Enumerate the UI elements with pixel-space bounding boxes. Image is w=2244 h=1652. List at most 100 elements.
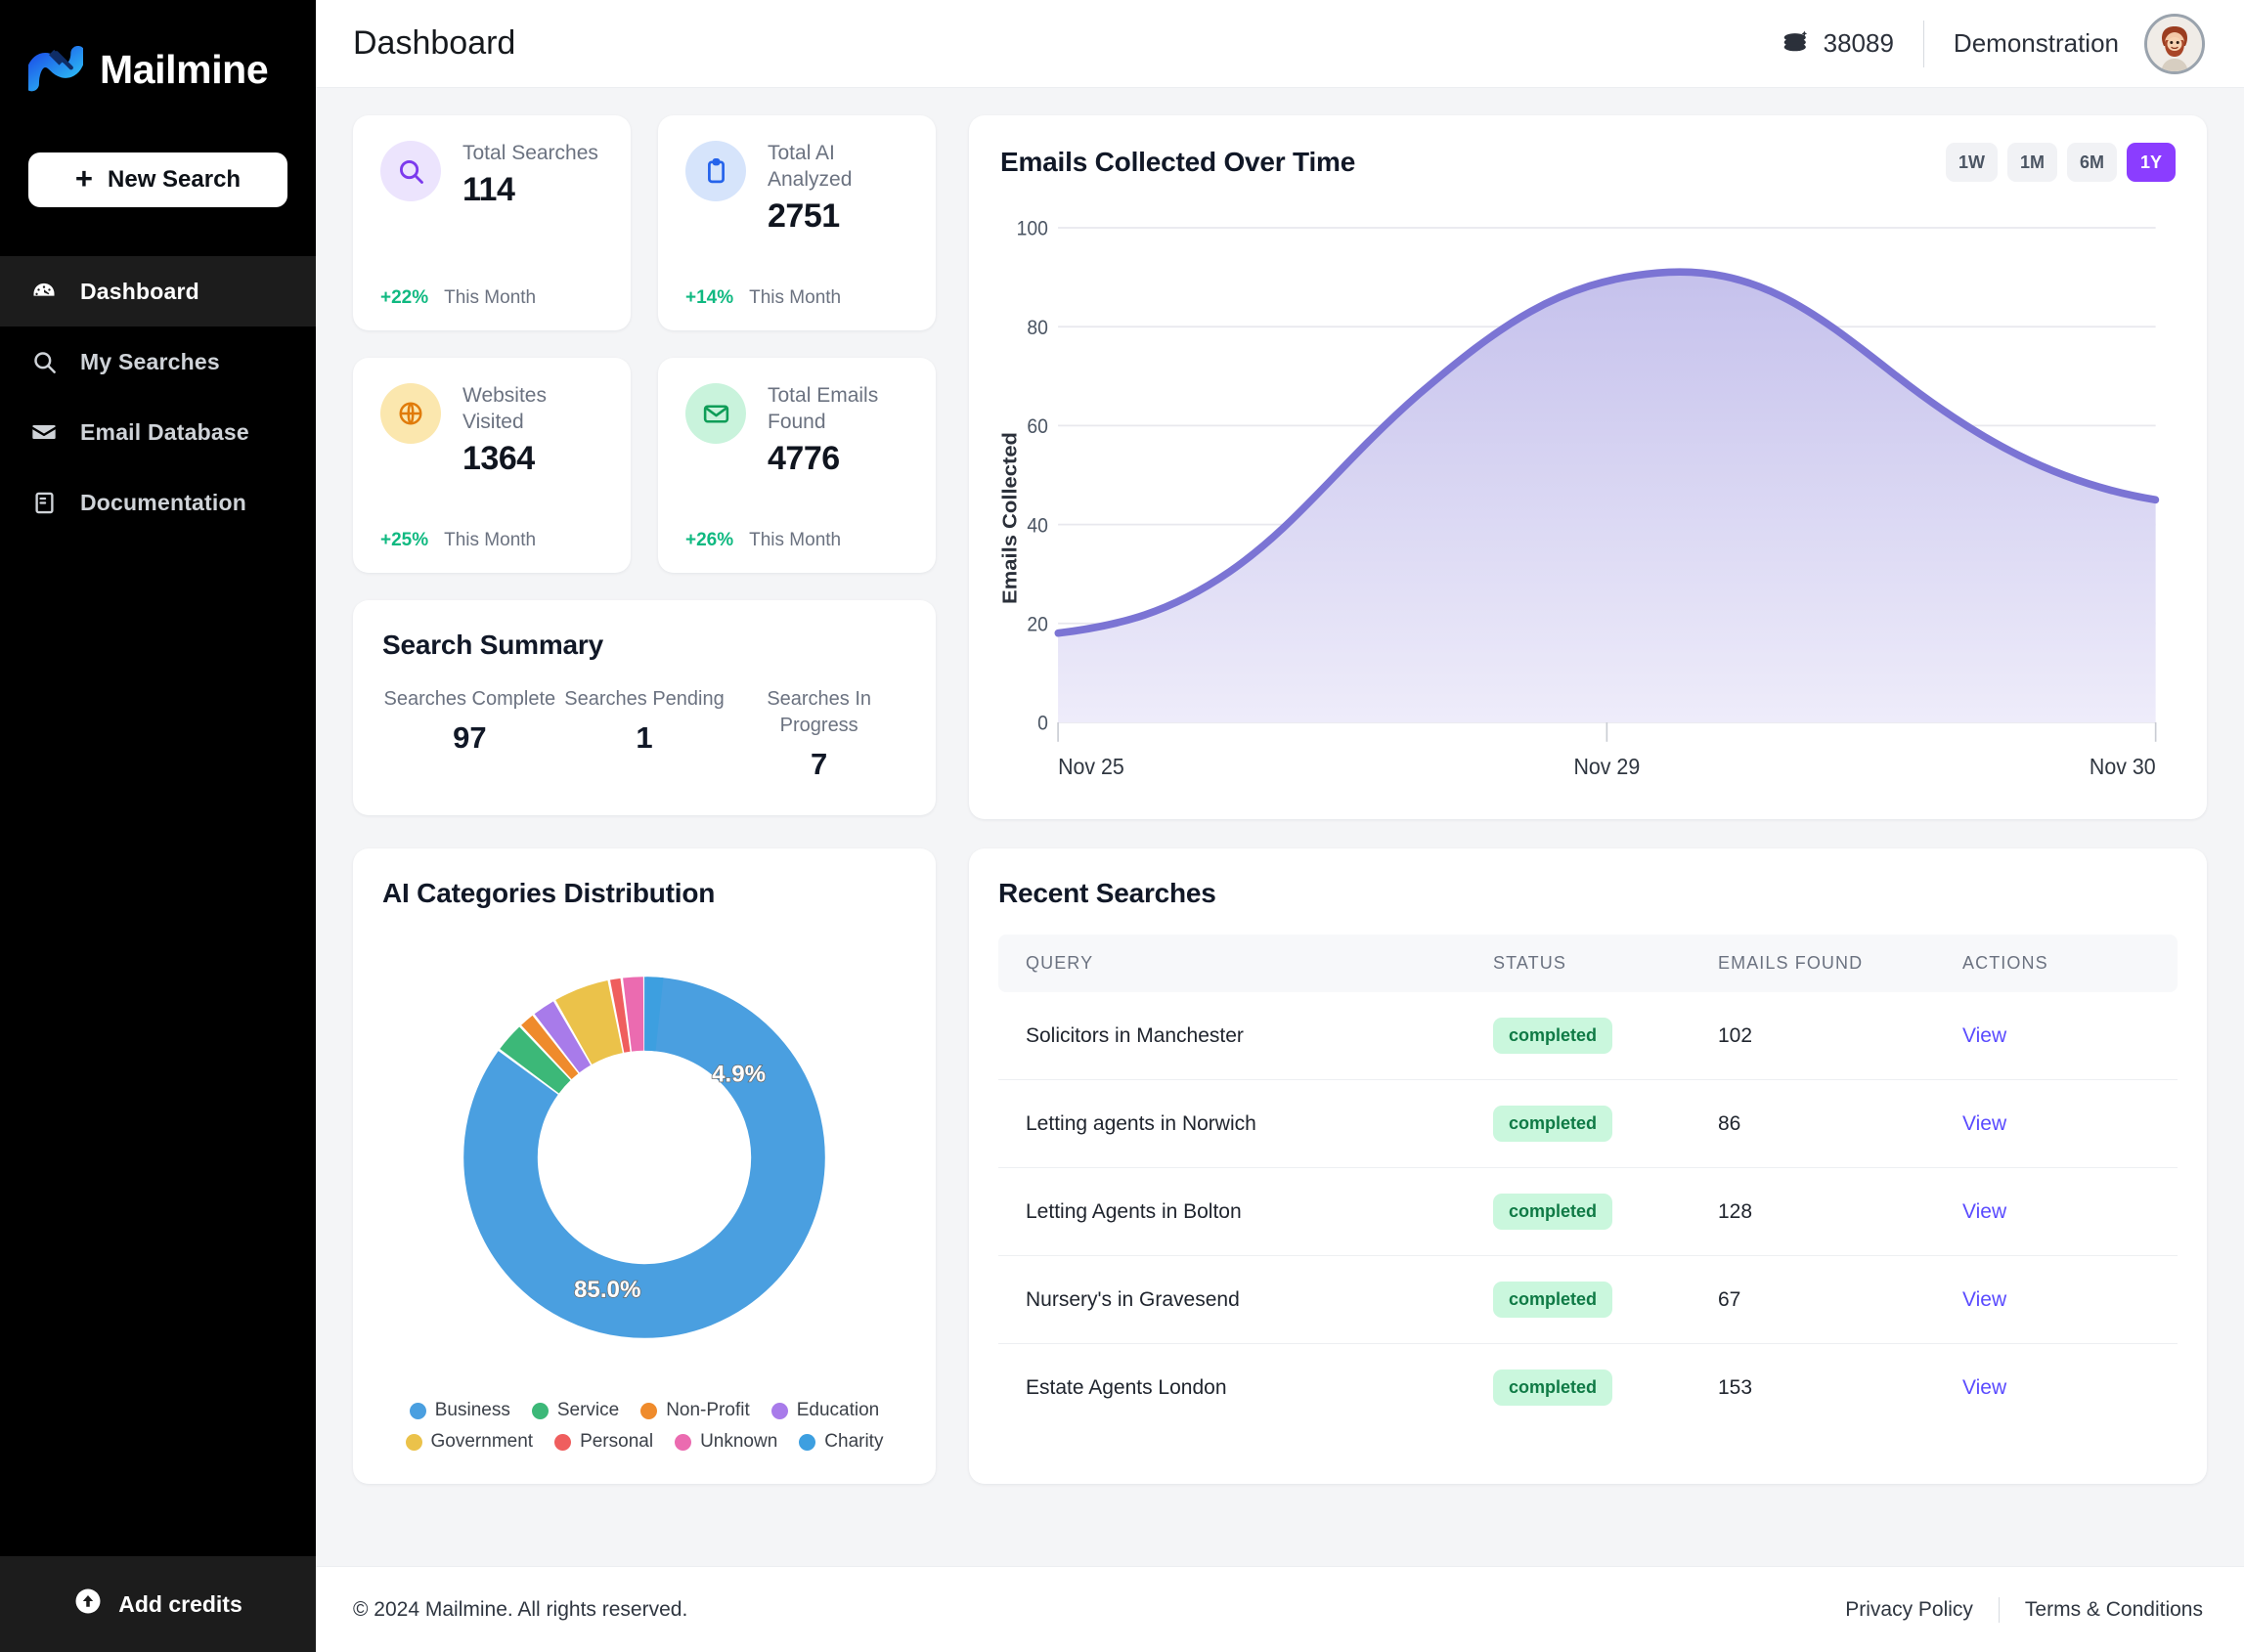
stat-text: Total Emails Found 4776: [768, 383, 908, 478]
credits-value: 38089: [1823, 28, 1894, 58]
legend-item-service[interactable]: Service: [531, 1400, 619, 1421]
legend-color-dot: [409, 1402, 426, 1419]
add-credits-label: Add credits: [118, 1590, 242, 1617]
legend-label: Unknown: [700, 1431, 778, 1452]
sidebar-item-label: Documentation: [80, 489, 246, 515]
privacy-policy-link[interactable]: Privacy Policy: [1845, 1598, 1973, 1622]
column-header-query: Query: [998, 935, 1493, 992]
status-badge: completed: [1493, 1018, 1613, 1054]
stat-text: Websites Visited 1364: [462, 383, 603, 478]
gauge-icon: [29, 277, 59, 306]
range-button-1y[interactable]: 1Y: [2127, 143, 2176, 182]
legend-item-business[interactable]: Business: [409, 1400, 510, 1421]
main-area: Dashboard 38089 Demonstration Total Sear…: [316, 0, 2244, 1652]
search-summary-title: Search Summary: [382, 630, 603, 660]
svg-text:20: 20: [1027, 614, 1048, 636]
credits-display[interactable]: 38089: [1782, 27, 1923, 61]
svg-text:0: 0: [1037, 713, 1048, 735]
sidebar-item-dashboard[interactable]: Dashboard: [0, 256, 316, 326]
recent-searches-table: Query Status Emails Found Actions Solici…: [998, 935, 2178, 1431]
column-header-status: Status: [1493, 935, 1718, 992]
search-summary-columns: Searches Complete 97 Searches Pending 1 …: [382, 686, 906, 782]
legend-row-1: Business Service Non-Profit Education: [409, 1400, 879, 1421]
legend-item-education[interactable]: Education: [770, 1400, 879, 1421]
cell-emails-found: 86: [1718, 1079, 1962, 1168]
legend-label: Personal: [580, 1431, 654, 1452]
donut-legend: Business Service Non-Profit Education Go…: [382, 1400, 906, 1458]
time-range-group: 1W 1M 6M 1Y: [1945, 143, 2176, 182]
page-title: Dashboard: [353, 24, 516, 62]
stat-label: Total AI Analyzed: [768, 142, 853, 191]
globe-icon: [380, 383, 441, 444]
terms-link[interactable]: Terms & Conditions: [2025, 1598, 2203, 1622]
sidebar-item-documentation[interactable]: Documentation: [0, 467, 316, 538]
sidebar-nav: Dashboard My Searches Email Database Doc…: [0, 256, 316, 538]
legend-item-personal[interactable]: Personal: [554, 1431, 653, 1453]
legend-item-charity[interactable]: Charity: [799, 1431, 883, 1453]
stat-footer: +14% This Month: [685, 287, 908, 309]
cell-emails-found: 67: [1718, 1255, 1962, 1344]
sidebar-item-email-database[interactable]: Email Database: [0, 397, 316, 467]
bottom-section: AI Categories Distribution 4.9% 85.0% Bu…: [353, 848, 2207, 1484]
topbar: Dashboard 38089 Demonstration: [316, 0, 2244, 88]
stat-card-total-emails-found: Total Emails Found 4776 +26% This Month: [658, 358, 936, 573]
status-badge: completed: [1493, 1369, 1613, 1406]
legend-color-dot: [799, 1433, 816, 1451]
summary-value: 7: [811, 747, 828, 781]
sidebar-item-my-searches[interactable]: My Searches: [0, 326, 316, 397]
stat-label: Total Emails Found: [768, 384, 879, 433]
envelope-icon: [29, 417, 59, 447]
range-button-1m[interactable]: 1M: [2006, 143, 2057, 182]
user-avatar-icon[interactable]: [2144, 13, 2205, 74]
chart-y-axis-label: Emails Collected: [1000, 432, 1021, 604]
table-header-row: Query Status Emails Found Actions: [998, 935, 2178, 992]
cell-actions: View: [1962, 1255, 2178, 1344]
column-header-actions: Actions: [1962, 935, 2178, 992]
stat-card-websites-visited: Websites Visited 1364 +25% This Month: [353, 358, 631, 573]
user-name: Demonstration: [1953, 28, 2119, 58]
summary-label: Searches In Progress: [767, 688, 872, 736]
legend-color-dot: [640, 1402, 658, 1419]
view-link[interactable]: View: [1962, 1288, 2006, 1311]
sidebar-item-label: Email Database: [80, 418, 249, 445]
legend-color-dot: [405, 1433, 422, 1451]
legend-item-government[interactable]: Government: [405, 1431, 533, 1453]
footer-links: Privacy Policy Terms & Conditions: [1845, 1596, 2203, 1623]
stat-delta: +25%: [380, 530, 429, 550]
status-badge: completed: [1493, 1282, 1613, 1318]
new-search-button[interactable]: + New Search: [28, 152, 287, 207]
coins-icon: [1782, 27, 1811, 61]
stat-card-total-searches: Total Searches 114 +22% This Month: [353, 115, 631, 330]
view-link[interactable]: View: [1962, 1200, 2006, 1223]
search-icon: [380, 141, 441, 201]
table-row: Nursery's in Gravesend completed 67 View: [998, 1255, 2178, 1344]
right-column: Emails Collected Over Time 1W 1M 6M 1Y 1…: [969, 115, 2207, 819]
stat-value: 114: [462, 170, 515, 208]
view-link[interactable]: View: [1962, 1024, 2006, 1047]
chart-area-fill: [1058, 272, 2156, 722]
range-button-1w[interactable]: 1W: [1945, 143, 1998, 182]
legend-item-non-profit[interactable]: Non-Profit: [640, 1400, 750, 1421]
left-column: Total Searches 114 +22% This Month Total…: [353, 115, 936, 819]
topbar-right: 38089 Demonstration: [1782, 13, 2205, 74]
plus-icon: +: [74, 161, 94, 196]
view-link[interactable]: View: [1962, 1112, 2006, 1135]
stat-value: 1364: [462, 439, 535, 477]
stat-footer: +22% This Month: [380, 287, 603, 309]
table-row: Estate Agents London completed 153 View: [998, 1344, 2178, 1432]
svg-text:Nov 30: Nov 30: [2090, 754, 2156, 779]
summary-value: 1: [636, 720, 653, 755]
range-button-6m[interactable]: 6M: [2066, 143, 2117, 182]
search-icon: [29, 347, 59, 376]
legend-label: Business: [434, 1400, 510, 1420]
stat-period: This Month: [444, 530, 537, 550]
brand: Mailmine: [0, 0, 316, 109]
svg-text:60: 60: [1027, 415, 1048, 438]
view-link[interactable]: View: [1962, 1376, 2006, 1399]
legend-item-unknown[interactable]: Unknown: [675, 1431, 777, 1453]
legend-color-dot: [770, 1402, 788, 1419]
table-row: Solicitors in Manchester completed 102 V…: [998, 992, 2178, 1080]
summary-col-complete: Searches Complete 97: [382, 686, 557, 782]
add-credits-button[interactable]: Add credits: [0, 1556, 316, 1652]
legend-color-dot: [531, 1402, 549, 1419]
